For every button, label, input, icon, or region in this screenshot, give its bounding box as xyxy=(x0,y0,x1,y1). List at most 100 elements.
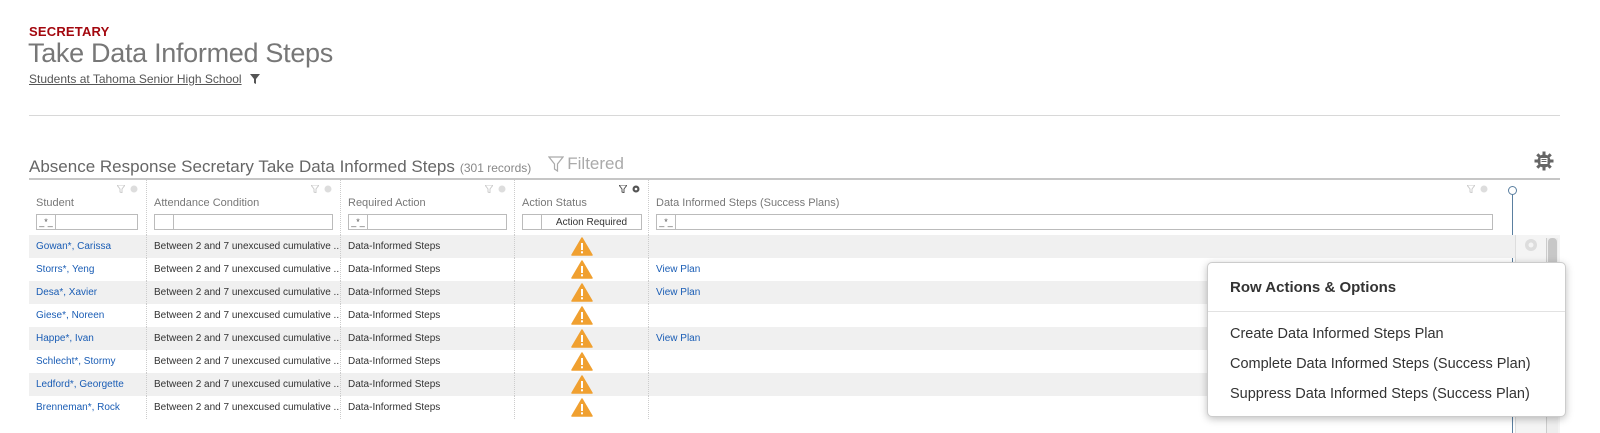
complete-plan-option[interactable]: Complete Data Informed Steps (Success Pl… xyxy=(1230,356,1531,372)
required-action-cell: Data-Informed Steps xyxy=(340,304,514,327)
filtered-indicator[interactable]: Filtered xyxy=(548,154,624,174)
success-plans-filter-input[interactable]: _*_ xyxy=(656,214,1493,230)
grid-header: Student _*_ Attendance Condition Require… xyxy=(29,180,1560,235)
create-plan-option[interactable]: Create Data Informed Steps Plan xyxy=(1230,326,1444,342)
warning-icon xyxy=(570,352,593,371)
filter-operator[interactable]: _*_ xyxy=(349,215,368,229)
column-icons xyxy=(117,185,138,193)
column-filter-icon[interactable] xyxy=(1467,185,1475,193)
action-status-filter-input[interactable]: Action Required xyxy=(522,214,642,230)
row-options-gear-icon[interactable] xyxy=(1524,238,1538,257)
column-icons xyxy=(485,185,506,193)
warning-icon xyxy=(570,283,593,302)
attendance-filter-input[interactable] xyxy=(154,214,333,230)
column-filter-icon[interactable] xyxy=(311,185,319,193)
condition-cell: Between 2 and 7 unexcused cumulative ... xyxy=(146,327,340,350)
page-title: Take Data Informed Steps xyxy=(28,38,333,68)
grid-title: Absence Response Secretary Take Data Inf… xyxy=(29,157,455,176)
suppress-plan-option[interactable]: Suppress Data Informed Steps (Success Pl… xyxy=(1230,386,1530,402)
column-icons xyxy=(619,185,640,193)
table-row[interactable]: Gowan*, Carissa Between 2 and 7 unexcuse… xyxy=(29,235,1515,258)
column-settings-icon[interactable] xyxy=(1480,185,1488,193)
column-label: Required Action xyxy=(348,197,426,209)
warning-icon xyxy=(570,398,593,417)
required-action-cell: Data-Informed Steps xyxy=(340,258,514,281)
student-link[interactable]: Giese*, Noreen xyxy=(36,310,104,321)
student-link[interactable]: Happe*, Ivan xyxy=(36,333,94,344)
column-icons xyxy=(1467,185,1488,193)
column-label: Student xyxy=(36,197,74,209)
context-link[interactable]: Students at Tahoma Senior High School xyxy=(29,72,242,86)
grid-settings-gear-icon[interactable] xyxy=(1534,151,1554,176)
view-plan-link[interactable]: View Plan xyxy=(656,264,700,275)
column-header-action-status[interactable]: Action Status Action Required xyxy=(514,180,648,235)
condition-cell: Between 2 and 7 unexcused cumulative ... xyxy=(146,235,340,258)
student-link[interactable]: Storrs*, Yeng xyxy=(36,264,94,275)
action-status-cell xyxy=(514,373,648,396)
column-settings-icon[interactable] xyxy=(130,185,138,193)
required-action-filter-input[interactable]: _*_ xyxy=(348,214,507,230)
student-cell: Gowan*, Carissa xyxy=(29,235,146,258)
filter-icon[interactable] xyxy=(249,74,260,84)
warning-icon xyxy=(570,306,593,325)
record-count: (301 records) xyxy=(459,161,532,175)
warning-icon xyxy=(570,329,593,348)
student-link[interactable]: Brenneman*, Rock xyxy=(36,402,120,413)
required-action-cell: Data-Informed Steps xyxy=(340,396,514,419)
popup-divider xyxy=(1208,311,1565,312)
column-header-student[interactable]: Student _*_ xyxy=(29,180,146,235)
required-action-cell: Data-Informed Steps xyxy=(340,327,514,350)
column-label: Attendance Condition xyxy=(154,197,260,209)
column-filter-icon[interactable] xyxy=(619,185,627,193)
filtered-label: Filtered xyxy=(567,154,624,173)
student-link[interactable]: Desa*, Xavier xyxy=(36,287,97,298)
column-header-attendance-condition[interactable]: Attendance Condition xyxy=(146,180,340,235)
view-plan-link[interactable]: View Plan xyxy=(656,333,700,344)
required-action-cell: Data-Informed Steps xyxy=(340,373,514,396)
column-header-success-plans[interactable]: Data Informed Steps (Success Plans) _*_ xyxy=(648,180,1496,235)
condition-cell: Between 2 and 7 unexcused cumulative ... xyxy=(146,373,340,396)
student-cell: Storrs*, Yeng xyxy=(29,258,146,281)
student-filter-input[interactable]: _*_ xyxy=(36,214,138,230)
column-settings-icon[interactable] xyxy=(324,185,332,193)
action-status-cell xyxy=(514,304,648,327)
filter-value: Action Required xyxy=(555,216,628,228)
student-cell: Brenneman*, Rock xyxy=(29,396,146,419)
condition-cell: Between 2 and 7 unexcused cumulative ... xyxy=(146,350,340,373)
row-actions-popup: Row Actions & Options Create Data Inform… xyxy=(1207,262,1566,417)
student-cell: Desa*, Xavier xyxy=(29,281,146,304)
condition-cell: Between 2 and 7 unexcused cumulative ... xyxy=(146,304,340,327)
context-bar: Students at Tahoma Senior High School xyxy=(29,72,260,86)
student-link[interactable]: Gowan*, Carissa xyxy=(36,241,111,252)
column-resize-handle[interactable] xyxy=(1508,186,1517,195)
success-plan-cell xyxy=(648,235,1515,258)
view-plan-link[interactable]: View Plan xyxy=(656,287,700,298)
column-label: Data Informed Steps (Success Plans) xyxy=(656,197,840,209)
action-status-cell xyxy=(514,235,648,258)
student-link[interactable]: Ledford*, Georgette xyxy=(36,379,124,390)
column-filter-icon[interactable] xyxy=(117,185,125,193)
required-action-cell: Data-Informed Steps xyxy=(340,235,514,258)
required-action-cell: Data-Informed Steps xyxy=(340,281,514,304)
column-filter-icon[interactable] xyxy=(485,185,493,193)
column-settings-icon[interactable] xyxy=(498,185,506,193)
condition-cell: Between 2 and 7 unexcused cumulative ... xyxy=(146,396,340,419)
popup-title: Row Actions & Options xyxy=(1230,279,1397,296)
column-label: Action Status xyxy=(522,197,587,209)
student-cell: Happe*, Ivan xyxy=(29,327,146,350)
page-role: SECRETARY xyxy=(29,24,110,39)
action-status-cell xyxy=(514,258,648,281)
student-cell: Schlecht*, Stormy xyxy=(29,350,146,373)
column-settings-icon[interactable] xyxy=(632,185,640,193)
filter-operator[interactable]: _*_ xyxy=(37,215,56,229)
funnel-icon xyxy=(548,156,565,172)
filter-operator[interactable] xyxy=(523,215,542,229)
grid-title-bar: Absence Response Secretary Take Data Inf… xyxy=(29,154,624,177)
column-header-required-action[interactable]: Required Action _*_ xyxy=(340,180,514,235)
required-action-cell: Data-Informed Steps xyxy=(340,350,514,373)
condition-cell: Between 2 and 7 unexcused cumulative ... xyxy=(146,281,340,304)
filter-operator[interactable] xyxy=(155,215,174,229)
student-link[interactable]: Schlecht*, Stormy xyxy=(36,356,115,367)
student-cell: Ledford*, Georgette xyxy=(29,373,146,396)
filter-operator[interactable]: _*_ xyxy=(657,215,676,229)
